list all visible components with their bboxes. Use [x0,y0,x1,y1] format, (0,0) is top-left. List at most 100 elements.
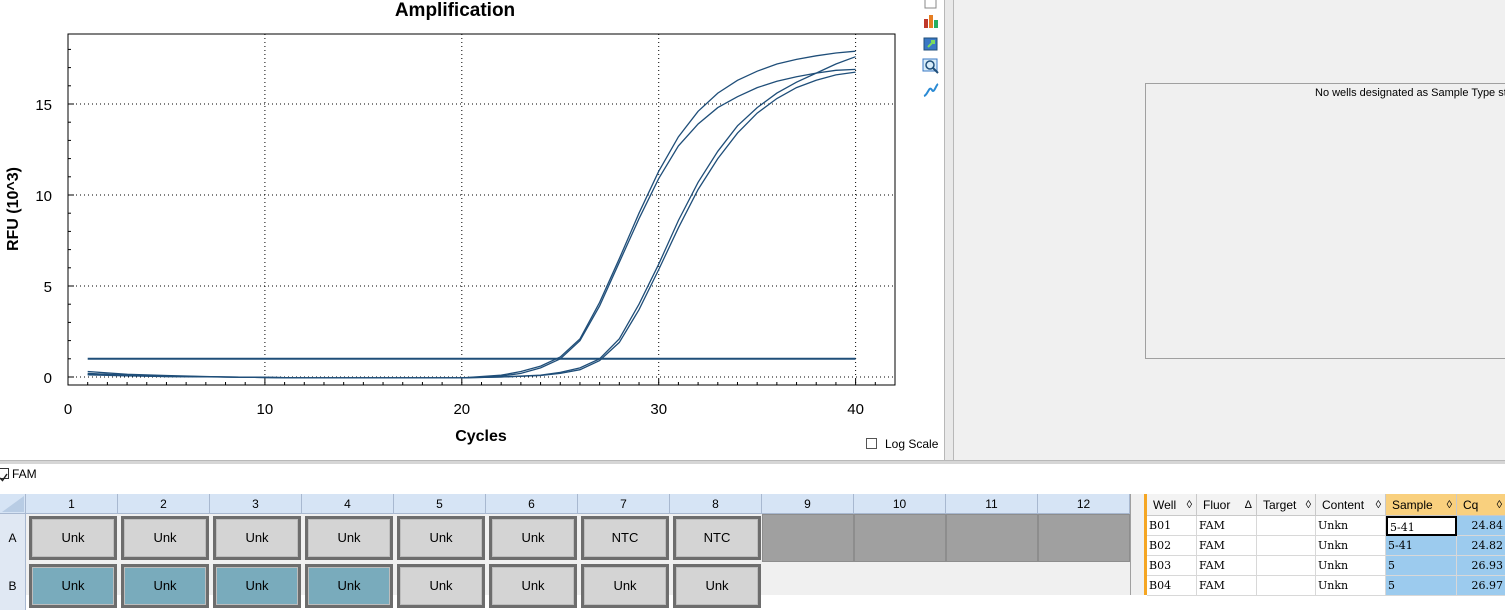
well-A10[interactable] [854,514,946,562]
y-axis-label: RFU (10^3) [5,167,22,251]
well-A04[interactable]: Unk [305,516,393,560]
y-tick-label: 0 [44,370,52,387]
x-tick-label: 30 [650,401,667,418]
plate-row-header-A[interactable]: A [0,514,26,562]
cell-content: Unkn [1316,576,1386,596]
plate-column-header-7[interactable]: 7 [578,494,670,514]
cell-content: Unkn [1316,536,1386,556]
column-header-content[interactable]: Content ◊ [1316,494,1386,516]
plate-column-header-2[interactable]: 2 [118,494,210,514]
log-scale-checkbox[interactable] [866,438,877,449]
well-A06[interactable]: Unk [489,516,577,560]
cell-well: B01 [1147,516,1197,536]
well-B07[interactable]: Unk [581,564,669,608]
vertical-splitter[interactable] [944,0,954,460]
fluor-selector-bar: FAM [0,464,1505,494]
plate-row-header-B[interactable]: B [0,562,26,610]
column-header-cq[interactable]: Cq ◊ [1457,494,1505,516]
cell-sample[interactable]: 5-41 [1386,516,1457,536]
column-header-fluor[interactable]: Fluor Δ [1197,494,1257,516]
x-tick-label: 40 [847,401,864,418]
cell-sample[interactable]: 5 [1386,556,1457,576]
x-tick-label: 20 [453,401,470,418]
cell-target [1257,556,1316,576]
well-B02[interactable]: Unk [121,564,209,608]
cell-target [1257,516,1316,536]
log-scale-label: Log Scale [885,437,939,451]
cell-cq: 24.84 [1457,516,1505,536]
well-B01[interactable]: Unk [29,564,117,608]
plate-column-header-8[interactable]: 8 [670,494,762,514]
x-tick-label: 10 [257,401,274,418]
column-header-label: Well [1153,498,1177,512]
well-B04[interactable]: Unk [305,564,393,608]
column-header-label: Sample [1392,498,1433,512]
cell-sample[interactable]: 5 [1386,576,1457,596]
check-icon [0,473,8,482]
y-tick-label: 5 [44,279,52,296]
y-tick-label: 10 [35,188,52,205]
well-A05[interactable]: Unk [397,516,485,560]
column-header-target[interactable]: Target ◊ [1257,494,1316,516]
cell-target [1257,536,1316,556]
curve-fit-icon[interactable] [922,81,940,99]
cell-fluor: FAM [1197,576,1257,596]
cell-sample[interactable]: 5-41 [1386,536,1457,556]
column-header-well[interactable]: Well ◊ [1147,494,1197,516]
plate-column-header-5[interactable]: 5 [394,494,486,514]
column-header-label: Content [1322,498,1365,512]
plate-corner[interactable] [0,494,26,514]
well-B06[interactable]: Unk [489,564,577,608]
sort-icon[interactable]: ◊ [1376,494,1381,516]
plate-column-header-4[interactable]: 4 [302,494,394,514]
x-axis-label: Cycles [455,428,507,445]
cell-well: B03 [1147,556,1197,576]
y-tick-label: 15 [35,97,52,114]
well-A09[interactable] [762,514,854,562]
column-header-sample[interactable]: Sample ◊ [1386,494,1457,516]
plot-frame [67,33,896,386]
plate-column-header-9[interactable]: 9 [762,494,854,514]
table-splitter[interactable] [1130,494,1144,595]
fam-checkbox[interactable] [0,468,9,482]
plate-column-header-12[interactable]: 12 [1038,494,1130,514]
plate-column-header-3[interactable]: 3 [210,494,302,514]
well-A02[interactable]: Unk [121,516,209,560]
copy-icon[interactable] [922,0,940,10]
cell-fluor: FAM [1197,516,1257,536]
fam-label: FAM [12,467,37,481]
well-A07[interactable]: NTC [581,516,669,560]
export-icon[interactable] [922,35,940,53]
x-tick-label: 0 [64,401,72,418]
plate-column-header-10[interactable]: 10 [854,494,946,514]
plate-column-header-11[interactable]: 11 [946,494,1038,514]
cell-cq: 24.82 [1457,536,1505,556]
zoom-icon[interactable] [922,57,940,75]
results-table: Well ◊ Fluor Δ Target ◊ Content ◊ Sample ◊ Cq ◊ B01 F… [1144,494,1505,596]
well-A08[interactable]: NTC [673,516,761,560]
plate-column-header-1[interactable]: 1 [26,494,118,514]
cell-fluor: FAM [1197,536,1257,556]
sort-icon[interactable]: ◊ [1497,494,1502,516]
well-B03[interactable]: Unk [213,564,301,608]
well-B08[interactable]: Unk [673,564,761,608]
sort-icon[interactable]: ◊ [1306,494,1311,516]
chart-settings-icon[interactable] [922,11,940,29]
sort-icon[interactable]: ◊ [1447,494,1452,516]
cell-well: B02 [1147,536,1197,556]
cell-cq: 26.97 [1457,576,1505,596]
well-A11[interactable] [946,514,1038,562]
sort-icon[interactable]: ◊ [1187,494,1192,516]
sort-icon[interactable]: Δ [1245,494,1252,516]
cell-cq: 26.93 [1457,556,1505,576]
column-header-label: Cq [1463,498,1479,512]
well-A03[interactable]: Unk [213,516,301,560]
plate-column-header-6[interactable]: 6 [486,494,578,514]
well-A01[interactable]: Unk [29,516,117,560]
well-A12[interactable] [1038,514,1130,562]
cell-fluor: FAM [1197,556,1257,576]
standard-curve-area: No wells designated as Sample Type sta [1145,83,1505,359]
well-B05[interactable]: Unk [397,564,485,608]
chart-title: Amplification [395,0,515,21]
standard-curve-message: No wells designated as Sample Type sta [1315,87,1505,99]
